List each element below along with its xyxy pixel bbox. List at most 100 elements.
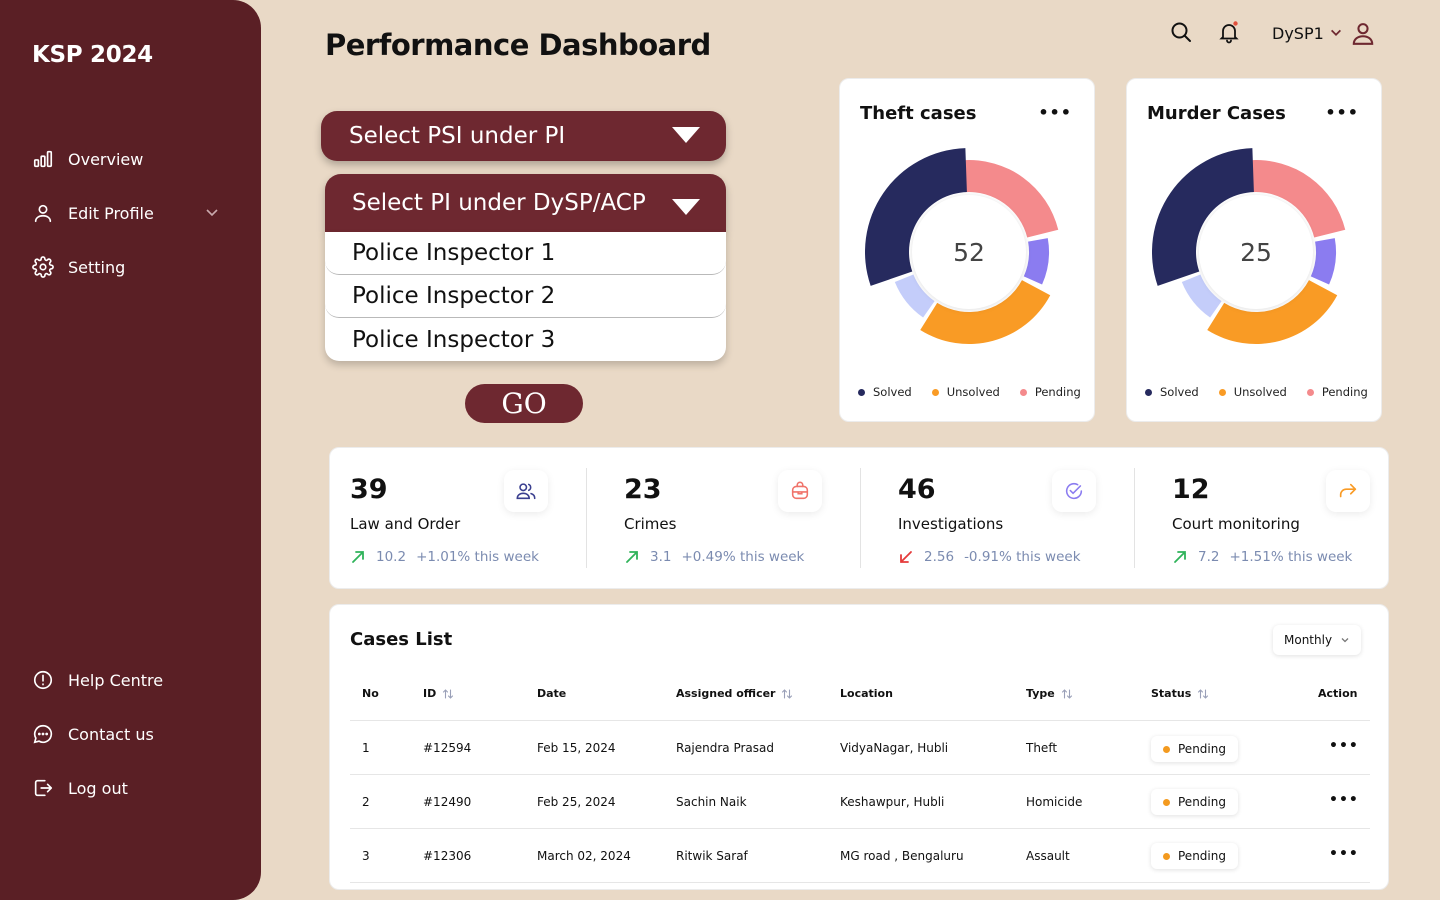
divider	[1134, 468, 1135, 568]
trend-down-icon	[900, 551, 912, 563]
nav-label: Contact us	[68, 724, 154, 744]
sort-icon[interactable]	[781, 688, 793, 700]
legend-item-pending: Pending	[1019, 385, 1081, 399]
legend-dot	[931, 388, 939, 396]
legend-item-unsolved: Unsolved	[1218, 385, 1287, 399]
sort-icon[interactable]	[1197, 688, 1209, 700]
stat-icon-box	[504, 470, 548, 512]
legend-dot	[1306, 388, 1314, 396]
row-divider	[350, 828, 1370, 829]
cell-officer: Ritwik Saraf	[676, 849, 748, 863]
search-icon[interactable]	[1169, 20, 1193, 44]
row-action-menu-icon[interactable]: •••	[1329, 738, 1359, 754]
cases-title: Cases List	[350, 629, 453, 650]
psi-select[interactable]: Select PSI under PI	[321, 111, 726, 161]
stat-pct: +0.49% this week	[681, 549, 805, 565]
more-options-icon[interactable]: •••	[1325, 103, 1359, 122]
stat-icon-box	[778, 470, 822, 512]
stat-pct: +1.01% this week	[416, 549, 539, 565]
legend-label: Solved	[1160, 385, 1199, 399]
dropdown-option[interactable]: Police Inspector 1	[325, 232, 726, 275]
stat-delta: 10.2	[376, 549, 407, 565]
dropdown-option[interactable]: Police Inspector 3	[325, 318, 726, 361]
stat-trend: 2.56 -0.91% this week	[898, 549, 1081, 565]
donut-segment	[1310, 238, 1336, 285]
cell-location: MG road , Bengaluru	[840, 849, 964, 863]
stat-icon-box	[1052, 470, 1096, 512]
cell-type: Theft	[1026, 741, 1058, 755]
cell-officer: Sachin Naik	[676, 795, 747, 809]
col-header-status[interactable]: Status	[1151, 687, 1209, 700]
period-select[interactable]: Monthly	[1273, 625, 1361, 655]
more-options-icon[interactable]: •••	[1038, 103, 1072, 122]
user-icon	[34, 204, 52, 223]
pi-select[interactable]: Select PI under DySP/ACP	[325, 174, 726, 232]
legend-label: Pending	[1034, 385, 1081, 399]
divider	[586, 468, 587, 568]
nav-label: Setting	[68, 257, 126, 277]
col-header-officer[interactable]: Assigned officer	[676, 687, 793, 700]
chevron-down-icon[interactable]	[204, 204, 220, 220]
nav-overview[interactable]: Overview	[32, 148, 143, 170]
stat-delta: 2.56	[924, 549, 955, 565]
murder-cases-card: Murder Cases ••• 25 Solved Unsolved Pendin…	[1126, 78, 1382, 422]
row-action-menu-icon[interactable]: •••	[1329, 846, 1359, 862]
cell-id: #12490	[423, 795, 472, 809]
stat-investigations: 46 Investigations 2.56 -0.91% this week	[878, 448, 1152, 590]
stats-panel: 39 Law and Order 10.2 +1.01% this week 2…	[329, 447, 1389, 589]
legend-item-solved: Solved	[858, 385, 912, 399]
dropdown-option[interactable]: Police Inspector 2	[325, 275, 726, 318]
stat-court-monitoring: 12 Court monitoring 7.2 +1.51% this week	[1152, 448, 1426, 590]
donut-center-value: 25	[1240, 238, 1272, 267]
card-title: Murder Cases	[1147, 103, 1286, 124]
stat-law-and-order: 39 Law and Order 10.2 +1.01% this week	[330, 448, 604, 590]
nav-setting[interactable]: Setting	[32, 256, 125, 278]
go-button[interactable]: GO	[465, 384, 583, 423]
legend-label: Solved	[873, 385, 912, 399]
stat-delta: 7.2	[1198, 549, 1220, 565]
chart-legend: Solved Unsolved Pending	[858, 385, 1081, 399]
nav-label: Log out	[68, 778, 128, 798]
trend-up-icon	[1174, 551, 1186, 563]
nav-contact-us[interactable]: Contact us	[32, 723, 154, 745]
users-icon	[516, 483, 536, 500]
col-header-location: Location	[840, 687, 893, 700]
cell-location: Keshawpur, Hubli	[840, 795, 945, 809]
user-avatar-icon[interactable]	[1350, 20, 1376, 46]
nav-help-centre[interactable]: Help Centre	[32, 669, 163, 691]
col-header-type[interactable]: Type	[1026, 687, 1073, 700]
pi-dropdown-menu: Police Inspector 1 Police Inspector 2 Po…	[325, 232, 726, 361]
theft-cases-card: Theft cases ••• 52 Solved Unsolved Pending	[839, 78, 1095, 422]
stat-label: Law and Order	[350, 515, 461, 533]
col-header-action: Action	[1318, 687, 1358, 700]
cell-date: Feb 15, 2024	[537, 741, 616, 755]
stat-trend: 3.1 +0.49% this week	[624, 549, 804, 565]
col-header-id[interactable]: ID	[423, 687, 454, 700]
sort-icon[interactable]	[1061, 688, 1073, 700]
period-label: Monthly	[1284, 633, 1333, 647]
stat-label: Crimes	[624, 515, 677, 533]
check-circle-icon	[1065, 482, 1083, 500]
nav-label: Overview	[68, 149, 144, 169]
bell-icon[interactable]	[1217, 20, 1241, 44]
cell-no: 1	[362, 741, 370, 755]
user-name[interactable]: DySP1	[1272, 24, 1324, 43]
cell-date: Feb 25, 2024	[537, 795, 616, 809]
donut-center-value: 52	[953, 238, 985, 267]
stat-label: Investigations	[898, 515, 1004, 533]
cases-list-card: Cases List Monthly No ID Date Assigned o…	[329, 604, 1389, 890]
status-badge: Pending	[1151, 736, 1238, 762]
col-header-no: No	[362, 687, 379, 700]
row-action-menu-icon[interactable]: •••	[1329, 792, 1359, 808]
info-icon	[33, 670, 53, 690]
legend-item-solved: Solved	[1145, 385, 1199, 399]
sort-icon[interactable]	[442, 688, 454, 700]
nav-log-out[interactable]: Log out	[32, 777, 128, 799]
legend-item-unsolved: Unsolved	[931, 385, 1000, 399]
stat-value: 23	[624, 474, 662, 505]
cell-location: VidyaNagar, Hubli	[840, 741, 949, 755]
chat-icon	[33, 724, 53, 744]
bar-chart-icon	[33, 150, 53, 168]
chevron-down-icon[interactable]	[1329, 26, 1343, 40]
nav-edit-profile[interactable]: Edit Profile	[32, 202, 218, 224]
